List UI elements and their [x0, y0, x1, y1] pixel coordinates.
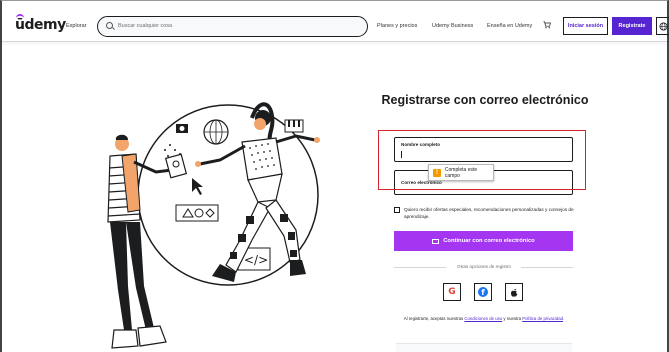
- register-button[interactable]: Registrate: [612, 17, 652, 35]
- terms-notice: Al registrarte, aceptas nuestras Condici…: [403, 316, 565, 321]
- globe-icon: [658, 21, 668, 31]
- language-button[interactable]: [656, 17, 669, 35]
- facebook-icon: f: [478, 287, 488, 297]
- continue-email-label: Continuar con correo electrónico: [443, 238, 535, 244]
- warning-icon: !: [433, 168, 441, 177]
- apple-icon: [511, 288, 518, 297]
- google-signup-button[interactable]: G: [443, 283, 461, 301]
- marketing-checkbox[interactable]: [394, 207, 400, 213]
- nav-udemy-business[interactable]: Udemy Business: [432, 23, 473, 29]
- google-icon: G: [448, 287, 456, 297]
- apple-signup-button[interactable]: [505, 283, 523, 301]
- marketing-checkbox-label: Quiero recibir ofertas especiales, recom…: [404, 207, 574, 219]
- nav-plans[interactable]: Planes y precios: [377, 23, 417, 29]
- other-options-label: Otras opciones de registro: [457, 264, 511, 269]
- search-input[interactable]: Buscar cualquier cosa: [118, 23, 172, 29]
- signup-illustration: </>: [107, 102, 320, 349]
- explore-menu[interactable]: Explorar: [66, 23, 86, 29]
- login-button[interactable]: Iniciar sesión: [563, 17, 608, 35]
- envelope-icon: [432, 238, 440, 244]
- cart-icon[interactable]: [543, 21, 551, 29]
- udemy-logo[interactable]: ūdemy: [15, 14, 66, 33]
- svg-text:</>: </>: [244, 253, 268, 267]
- facebook-signup-button[interactable]: f: [474, 283, 492, 301]
- search-bar[interactable]: Buscar cualquier cosa: [97, 16, 368, 37]
- top-header: ūdemy Explorar Buscar cualquier cosa Pla…: [2, 12, 669, 42]
- highlight-box: [378, 130, 586, 190]
- continue-email-button[interactable]: Continuar con correo electrónico: [394, 231, 573, 251]
- search-icon: [106, 22, 113, 29]
- validation-message: Completa este campo: [444, 166, 478, 179]
- privacy-link[interactable]: Política de privacidad: [522, 316, 563, 321]
- validation-tooltip: ! Completa este campo: [428, 164, 494, 181]
- page-title: Registrarse con correo electrónico: [381, 93, 589, 107]
- terms-link[interactable]: Condiciones de uso: [464, 316, 502, 321]
- other-options-divider: Otras opciones de registro: [394, 264, 573, 270]
- login-prompt-strip: [396, 343, 572, 352]
- nav-teach[interactable]: Enseña en Udemy: [487, 23, 532, 29]
